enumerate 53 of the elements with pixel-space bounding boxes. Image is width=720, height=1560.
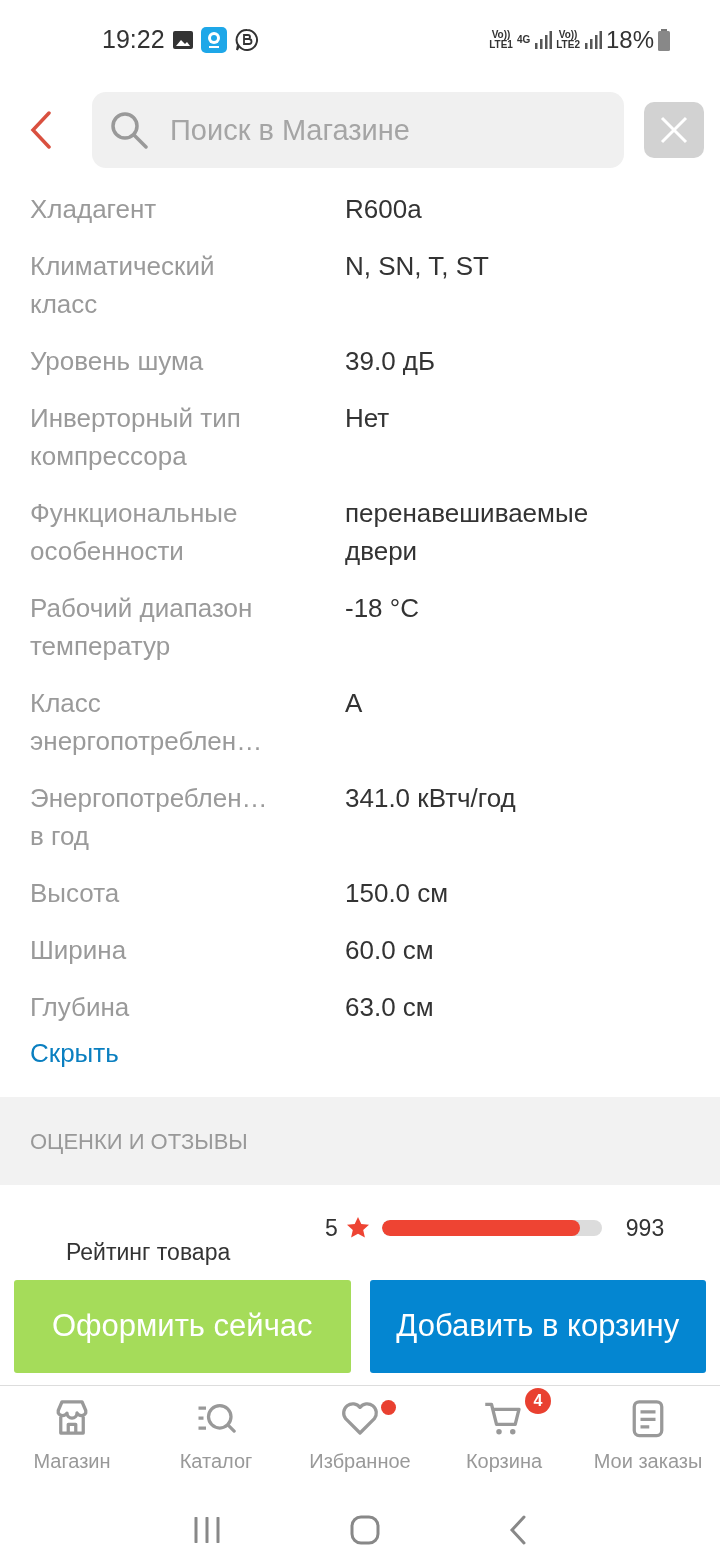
rating-label: Рейтинг товара xyxy=(66,1238,231,1267)
spec-value: 60.0 см xyxy=(345,934,434,967)
spec-label: Высота xyxy=(30,877,121,910)
spec-label: Ширина xyxy=(30,934,128,967)
spec-value: Нет xyxy=(345,402,390,435)
search-field[interactable]: Поиск в Магазине xyxy=(92,92,624,168)
signal-icon xyxy=(534,31,553,49)
spec-value: перенавешиваемые двери xyxy=(345,497,590,568)
spec-value: N, SN, T, ST xyxy=(345,250,489,283)
tab-label[interactable]: Корзина xyxy=(465,1446,543,1476)
spec-label: Уровень шума xyxy=(30,345,205,378)
tab-label[interactable]: Избранное xyxy=(309,1446,411,1476)
spec-label: Рабочий диапазон температур xyxy=(30,592,254,663)
spec-label: Глубина xyxy=(30,991,131,1024)
volte-indicator: Vo)) LTE1 xyxy=(489,30,513,50)
hide-link[interactable]: Скрыть xyxy=(30,1038,119,1068)
battery-percent: 18% xyxy=(605,25,654,55)
tab-label[interactable]: Мои заказы xyxy=(593,1446,703,1476)
network-type: 4G xyxy=(516,35,531,45)
spec-value: -18 °C xyxy=(345,592,419,625)
spec-value: 39.0 дБ xyxy=(345,345,436,378)
spec-label: Энергопотреблен… в год xyxy=(30,782,269,853)
star-rating-value: 5 xyxy=(325,1214,338,1243)
gallery-icon xyxy=(172,31,193,49)
tab-label[interactable]: Каталог xyxy=(179,1446,253,1476)
spec-value: A xyxy=(345,687,363,720)
spec-value: 341.0 кВтч/год xyxy=(345,782,516,815)
battery-icon xyxy=(658,29,670,51)
review-count: 993 xyxy=(625,1214,665,1243)
camera-app-icon xyxy=(200,27,227,53)
status-time: 19:22 xyxy=(102,24,165,56)
add-to-cart-button[interactable]: Добавить в корзину xyxy=(369,1280,706,1373)
spec-label: Класс энергопотреблен… xyxy=(30,687,264,758)
spec-value: 63.0 см xyxy=(345,991,434,1024)
spec-value: R600a xyxy=(345,193,422,226)
back-icon[interactable] xyxy=(509,1514,528,1545)
section-title: ОЦЕНКИ И ОТЗЫВЫ xyxy=(30,1127,248,1156)
spec-label: Хладагент xyxy=(30,193,158,226)
home-icon[interactable] xyxy=(350,1514,380,1545)
volte-indicator: Vo)) LTE2 xyxy=(556,30,580,50)
close-button[interactable] xyxy=(644,102,704,158)
tab-label[interactable]: Магазин xyxy=(33,1446,111,1476)
spec-value: 150.0 см xyxy=(345,877,449,910)
spec-label: Инверторный тип компрессора xyxy=(30,402,242,473)
spec-label: Функциональные особенности xyxy=(30,497,239,568)
spec-label: Климатический класс xyxy=(30,250,216,321)
recents-icon[interactable] xyxy=(192,1516,221,1543)
back-icon[interactable] xyxy=(30,111,52,149)
checkout-button[interactable]: Оформить сейчас xyxy=(14,1280,351,1373)
cart-count-badge: 4 xyxy=(525,1388,551,1414)
close-icon xyxy=(660,116,688,144)
chat-icon xyxy=(234,28,259,52)
signal-icon xyxy=(583,31,602,49)
